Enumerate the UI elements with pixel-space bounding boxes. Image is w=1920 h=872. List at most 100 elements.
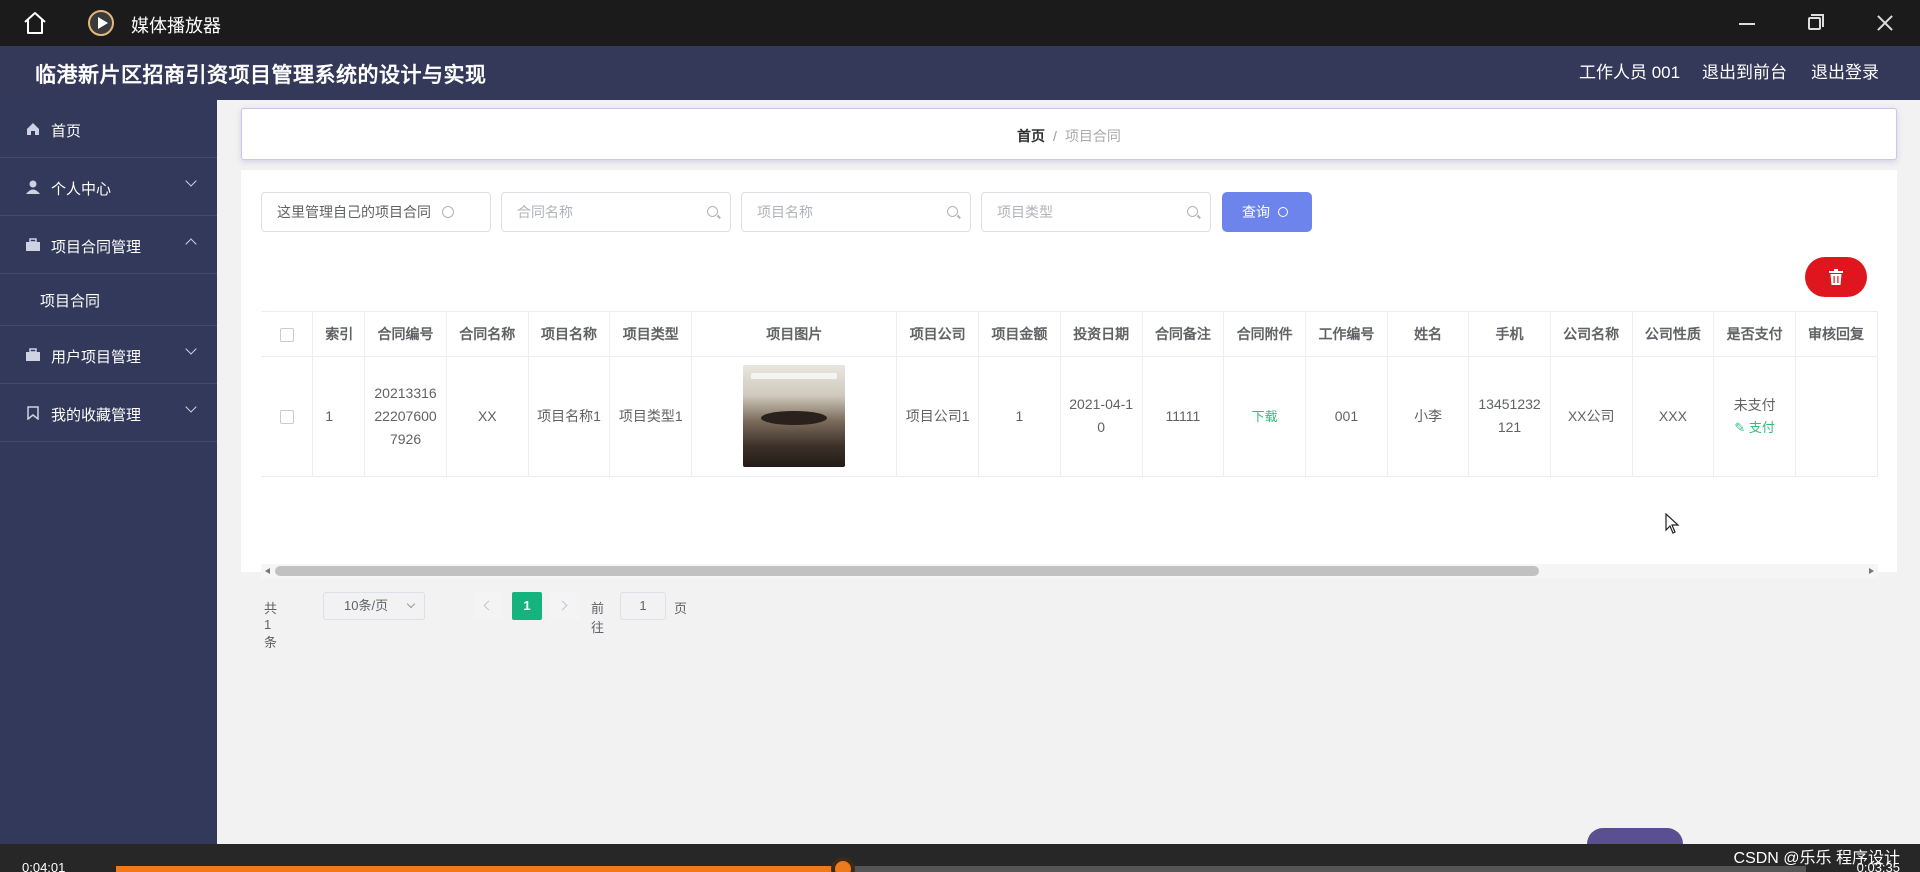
sidebar-item-user-project-management[interactable]: 用户项目管理 [0,326,217,384]
search-icon [1278,207,1288,217]
minimize-button[interactable] [1732,8,1762,38]
media-player-logo-icon [88,10,114,36]
media-player-controls: 0:04:01 CSDN @乐乐 程序设计 0:03:35 [0,844,1920,872]
minimize-icon [1739,23,1755,25]
page-size-select[interactable]: 10条/页 [323,592,425,620]
row-select-cell [261,356,314,477]
chevron-down-icon [185,401,197,413]
scrollbar-thumb[interactable] [275,566,1539,576]
select-all-checkbox[interactable] [279,327,294,342]
column-header: 合同编号 [364,312,447,357]
breadcrumb-separator: / [1053,128,1057,144]
exit-to-front-link[interactable]: 退出到前台 [1702,58,1787,83]
table-header-row: 索引 合同编号 合同名称 项目名称 项目类型 项目图片 项目公司 项目金额 投资… [261,312,1878,357]
column-header: 合同备注 [1142,312,1225,357]
media-player-title: 媒体播放器 [131,16,221,36]
cell-company-name: XX公司 [1550,356,1633,477]
system-title: 临港新片区招商引资项目管理系统的设计与实现 [35,64,487,87]
sidebar-item-contract-management[interactable]: 项目合同管理 [0,216,217,274]
cell-company-nature: XXX [1632,356,1715,477]
scroll-right-arrow-icon[interactable] [1869,568,1874,574]
row-checkbox[interactable] [279,409,294,424]
pagination-total: 共 1 条 [264,601,278,650]
content-card: 这里管理自己的项目合同 合同名称 项目名称 项目类型 查询 索引 合同编号 合同… [241,170,1897,650]
pay-link[interactable]: ✎ 支付 [1722,416,1787,439]
column-header: 手机 [1468,312,1551,357]
cell-project-amount: 1 [978,356,1061,477]
cell-contract-no: 20213316222076007926 [364,356,447,477]
breadcrumb-home[interactable]: 首页 [1017,128,1045,144]
column-header: 项目类型 [609,312,693,357]
page-suffix-label: 页 [674,601,688,616]
scope-input-value: 这里管理自己的项目合同 [277,204,431,220]
prev-page-button[interactable] [473,592,503,620]
chevron-down-icon [185,343,197,355]
progress-knob[interactable] [830,857,855,872]
sidebar-subitem-contract[interactable]: 项目合同 [0,274,217,326]
sidebar-subitem-label: 项目合同 [40,293,101,310]
project-name-input[interactable]: 项目名称 [741,192,971,232]
trash-icon [1829,269,1843,285]
contract-name-placeholder: 合同名称 [517,204,573,220]
column-header: 是否支付 [1713,312,1797,357]
media-player-titlebar: 媒体播放器 [0,0,1920,46]
column-header: 索引 [312,312,366,357]
user-icon [26,180,40,194]
restore-button[interactable] [1800,8,1830,38]
contract-name-input[interactable]: 合同名称 [501,192,731,232]
query-button-label: 查询 [1242,204,1270,220]
sidebar-item-favorites-management[interactable]: 我的收藏管理 [0,384,217,442]
breadcrumb: 首页 / 项目合同 [242,126,1896,146]
project-type-placeholder: 项目类型 [997,204,1053,220]
sidebar-item-personal[interactable]: 个人中心 [0,158,217,216]
chevron-up-icon [185,238,197,250]
column-header: 公司名称 [1550,312,1633,357]
cell-project-company: 项目公司1 [896,356,980,477]
logout-link[interactable]: 退出登录 [1811,58,1879,83]
project-thumbnail[interactable] [743,365,846,467]
chevron-right-icon [557,600,568,611]
breadcrumb-card: 首页 / 项目合同 [241,108,1897,160]
column-header: 姓名 [1387,312,1470,357]
page-number-1[interactable]: 1 [512,592,542,620]
breadcrumb-current: 项目合同 [1064,128,1121,144]
edit-icon: ✎ [1734,419,1749,435]
mouse-cursor-icon [1665,513,1680,534]
home-icon [27,123,39,135]
scroll-left-arrow-icon[interactable] [265,568,270,574]
delete-button[interactable] [1805,257,1867,297]
contract-table: 索引 合同编号 合同名称 项目名称 项目类型 项目图片 项目公司 项目金额 投资… [261,311,1878,481]
column-header: 合同附件 [1223,312,1307,357]
project-type-input[interactable]: 项目类型 [981,192,1211,232]
cell-phone: 13451232121 [1468,356,1551,477]
table-horizontal-scrollbar[interactable] [261,564,1878,578]
chevron-down-icon [406,599,416,609]
clear-icon[interactable] [442,206,454,218]
sidebar-item-label: 首页 [51,123,82,140]
pay-link-label: 支付 [1748,419,1775,435]
sidebar-item-label: 我的收藏管理 [51,407,142,424]
download-link[interactable]: 下载 [1252,409,1278,424]
progress-track[interactable] [116,857,1806,872]
pay-status: 未支付 [1733,396,1776,413]
cell-project-image [691,356,898,477]
page-size-value: 10条/页 [344,598,389,613]
home-icon[interactable] [22,10,48,36]
cell-contract-note: 11111 [1142,356,1225,477]
briefcase-icon [26,238,40,251]
briefcase-icon [26,348,40,361]
next-page-button[interactable] [550,592,580,620]
search-icon [1187,206,1198,217]
sidebar-item-home[interactable]: 首页 [0,100,217,158]
close-button[interactable] [1870,8,1900,38]
restore-icon-box [1808,17,1821,30]
cell-review-reply [1795,356,1878,477]
scope-input[interactable]: 这里管理自己的项目合同 [261,192,491,232]
chevron-down-icon [185,175,197,187]
goto-page-input[interactable]: 1 [620,592,666,620]
column-header: 项目金额 [978,312,1061,357]
query-button[interactable]: 查询 [1222,192,1312,232]
column-header: 审核回复 [1795,312,1878,357]
total-time: 0:03:35 [1856,860,1900,872]
column-header: 项目公司 [896,312,980,357]
